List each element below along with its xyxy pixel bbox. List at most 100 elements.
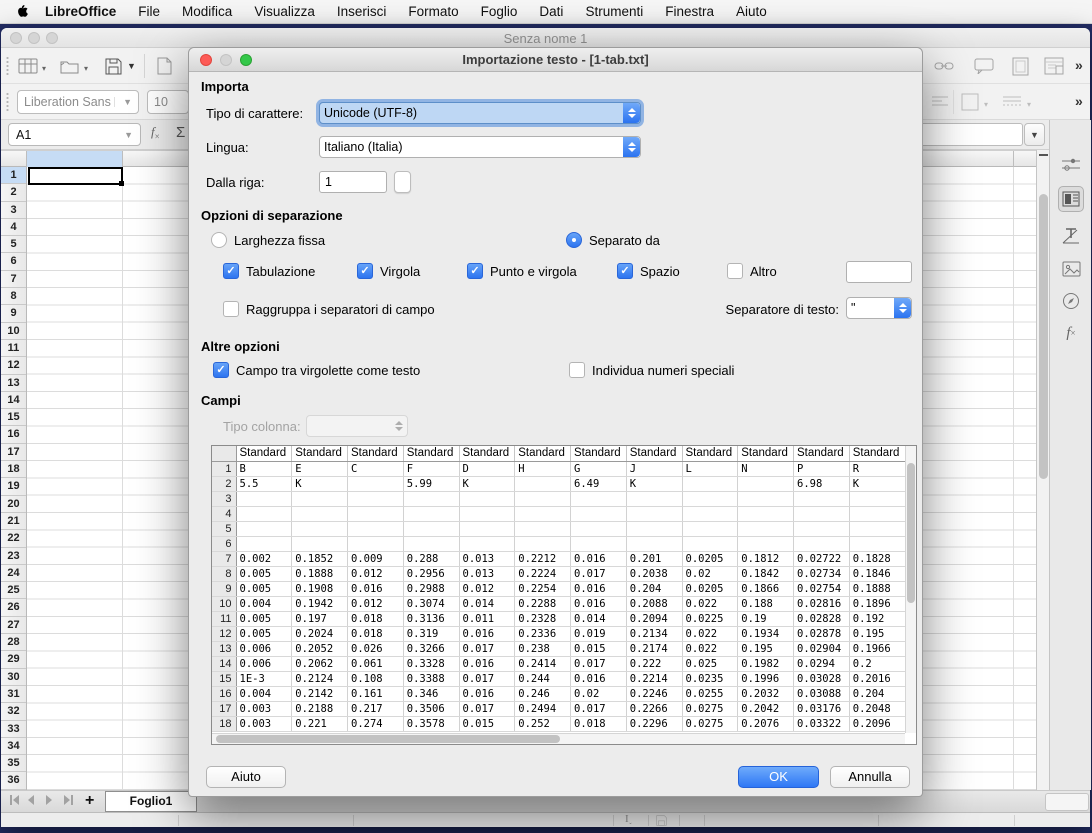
preview-column-header-2[interactable]: Standard <box>292 446 348 461</box>
sum-icon[interactable]: Σ <box>176 124 185 141</box>
menu-strumenti[interactable]: Strumenti <box>585 4 643 19</box>
other-separator-input[interactable] <box>846 261 912 283</box>
cancel-button[interactable]: Annulla <box>830 766 910 788</box>
insert-comment-icon[interactable] <box>973 55 995 77</box>
preview-column-header-3[interactable]: Standard <box>348 446 404 461</box>
preview-column-header-1[interactable]: Standard <box>236 446 292 461</box>
last-sheet-icon[interactable] <box>63 795 74 805</box>
row-header-23[interactable]: 23 <box>1 548 26 565</box>
quoted-as-text-checkbox[interactable]: ✓ <box>213 362 229 378</box>
previous-sheet-icon[interactable] <box>27 795 35 805</box>
row-header-1[interactable]: 1 <box>1 167 26 184</box>
row-header-3[interactable]: 3 <box>1 202 26 219</box>
font-name-combo[interactable]: Liberation Sans ▼ <box>17 90 139 114</box>
charset-combo[interactable]: Unicode (UTF-8) <box>319 102 641 124</box>
row-header-16[interactable]: 16 <box>1 426 26 443</box>
row-header-6[interactable]: 6 <box>1 253 26 270</box>
menu-aiuto[interactable]: Aiuto <box>736 4 767 19</box>
first-sheet-icon[interactable] <box>9 795 20 805</box>
formula-bar-expand-icon[interactable]: ▼ <box>1024 123 1045 146</box>
row-header-25[interactable]: 25 <box>1 582 26 599</box>
preview-column-header-7[interactable]: Standard <box>571 446 627 461</box>
preview-horizontal-scrollbar[interactable] <box>212 733 905 744</box>
add-sheet-button[interactable]: + <box>85 792 94 810</box>
row-header-14[interactable]: 14 <box>1 392 26 409</box>
tab-checkbox[interactable]: ✓ <box>223 263 239 279</box>
row-header-29[interactable]: 29 <box>1 651 26 668</box>
row-header-5[interactable]: 5 <box>1 236 26 253</box>
text-delimiter-combo[interactable]: " <box>846 297 912 319</box>
preview-column-header-9[interactable]: Standard <box>682 446 738 461</box>
stepper-icon[interactable] <box>894 298 911 318</box>
space-checkbox[interactable]: ✓ <box>617 263 633 279</box>
row-header-9[interactable]: 9 <box>1 305 26 322</box>
new-document-dropdown-icon[interactable]: ▾ <box>42 64 46 73</box>
menu-app[interactable]: LibreOffice <box>45 4 116 19</box>
row-header-28[interactable]: 28 <box>1 634 26 651</box>
preview-column-header-11[interactable]: Standard <box>794 446 850 461</box>
toolbar-grip[interactable] <box>6 92 9 112</box>
toolbar-overflow-icon[interactable]: » <box>1075 93 1083 109</box>
menu-foglio[interactable]: Foglio <box>481 4 518 19</box>
row-header-26[interactable]: 26 <box>1 599 26 616</box>
row-header-7[interactable]: 7 <box>1 271 26 288</box>
menu-inserisci[interactable]: Inserisci <box>337 4 387 19</box>
row-header-33[interactable]: 33 <box>1 721 26 738</box>
comma-checkbox[interactable]: ✓ <box>357 263 373 279</box>
sidebar-gallery-icon[interactable] <box>1058 256 1084 282</box>
row-header-27[interactable]: 27 <box>1 617 26 634</box>
row-header-31[interactable]: 31 <box>1 686 26 703</box>
row-header-34[interactable]: 34 <box>1 738 26 755</box>
stepper-icon[interactable] <box>623 103 640 123</box>
row-header-8[interactable]: 8 <box>1 288 26 305</box>
sidebar-properties-icon[interactable] <box>1058 186 1084 212</box>
borders-dropdown-icon[interactable]: ▾ <box>984 100 988 109</box>
insert-mode-icon[interactable]: I˯ <box>625 813 632 825</box>
scrollbar-thumb[interactable] <box>1039 194 1048 479</box>
sidebar-functions-icon[interactable]: f× <box>1058 320 1084 346</box>
row-header-19[interactable]: 19 <box>1 478 26 495</box>
preview-column-header-5[interactable]: Standard <box>459 446 515 461</box>
row-header-30[interactable]: 30 <box>1 669 26 686</box>
column-header-a[interactable] <box>27 151 122 167</box>
vertical-scrollbar[interactable] <box>1036 150 1049 790</box>
menu-visualizza[interactable]: Visualizza <box>254 4 315 19</box>
next-sheet-icon[interactable] <box>45 795 53 805</box>
row-header-15[interactable]: 15 <box>1 409 26 426</box>
row-headers[interactable]: 1234567891011121314151617181920212223242… <box>1 167 27 790</box>
open-file-icon[interactable] <box>59 55 81 77</box>
sheet-tab-foglio1[interactable]: Foglio1 <box>105 791 197 812</box>
selected-cell-a1[interactable] <box>28 167 123 185</box>
menu-modifica[interactable]: Modifica <box>182 4 232 19</box>
split-handle[interactable] <box>1039 154 1048 156</box>
row-header-18[interactable]: 18 <box>1 461 26 478</box>
row-header-36[interactable]: 36 <box>1 772 26 789</box>
apple-menu-icon[interactable] <box>16 4 29 19</box>
scrollbar-thumb[interactable] <box>216 735 560 743</box>
insert-textbox-icon[interactable] <box>1009 55 1031 77</box>
new-document-icon[interactable] <box>17 55 39 77</box>
borders-icon[interactable] <box>959 91 981 113</box>
align-lines-icon[interactable] <box>929 91 951 113</box>
row-header-2[interactable]: 2 <box>1 184 26 201</box>
sidebar-navigator-icon[interactable] <box>1058 288 1084 314</box>
name-box[interactable]: A1 ▼ <box>8 123 141 146</box>
export-pdf-icon[interactable] <box>153 55 175 77</box>
menu-file[interactable]: File <box>138 4 160 19</box>
separated-by-radio[interactable] <box>566 232 582 248</box>
sidebar-settings-icon[interactable] <box>1058 152 1084 178</box>
preview-column-header-8[interactable]: Standard <box>626 446 682 461</box>
toolbar-overflow-icon[interactable]: » <box>1075 57 1083 73</box>
dialog-titlebar[interactable]: Importazione testo - [1-tab.txt] <box>189 48 922 72</box>
menu-finestra[interactable]: Finestra <box>665 4 714 19</box>
preview-column-header-6[interactable]: Standard <box>515 446 571 461</box>
font-size-combo[interactable]: 10 <box>147 90 189 114</box>
ok-button[interactable]: OK <box>738 766 819 788</box>
scrollbar-thumb[interactable] <box>907 463 915 603</box>
window-titlebar[interactable]: Senza nome 1 <box>1 28 1090 48</box>
preview-column-header-10[interactable]: Standard <box>738 446 794 461</box>
merge-delimiters-checkbox[interactable] <box>223 301 239 317</box>
toolbar-grip[interactable] <box>6 56 9 76</box>
preview-column-header-4[interactable]: Standard <box>403 446 459 461</box>
row-header-4[interactable]: 4 <box>1 219 26 236</box>
